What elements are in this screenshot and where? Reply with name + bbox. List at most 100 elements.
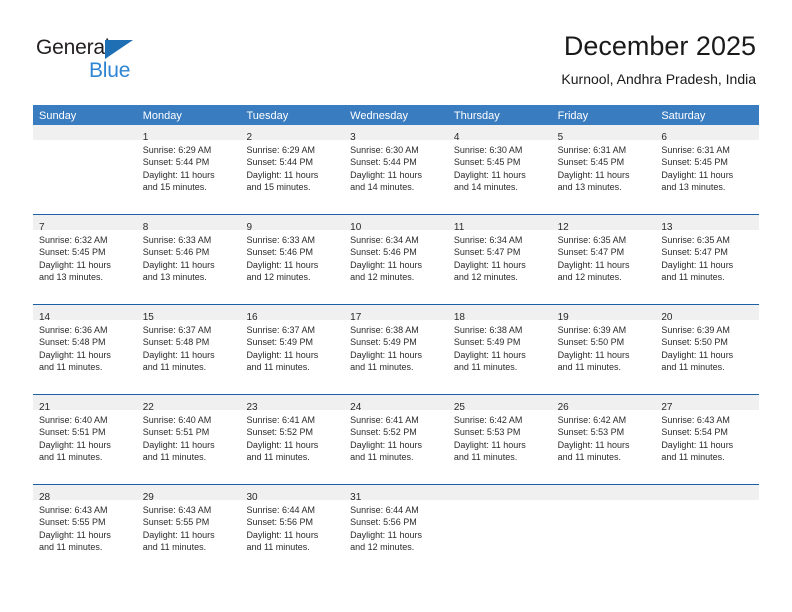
day-number-band: 4 <box>447 125 552 143</box>
day-cell[interactable]: 7 Sunrise: 6:32 AM Sunset: 5:45 PM Daylight… <box>33 215 137 304</box>
day-cell[interactable]: 25 Sunrise: 6:42 AM Sunset: 5:53 PM Dayligh… <box>447 395 552 484</box>
logo-text-general: General <box>36 36 110 59</box>
day-number-band: 11 <box>447 215 552 233</box>
day-detail-line: and 11 minutes. <box>453 361 518 372</box>
day-detail-line: Sunrise: 6:34 AM <box>453 235 523 245</box>
day-detail-line: Sunrise: 6:44 AM <box>350 505 419 515</box>
day-details: Sunrise: 6:38 AM Sunset: 5:49 PM Daylight:… <box>448 320 552 373</box>
day-number: 31 <box>350 492 362 503</box>
day-detail-line: Sunset: 5:53 PM <box>453 427 521 438</box>
general-blue-logo: General Blue <box>36 36 166 88</box>
day-number: 4 <box>453 132 460 143</box>
day-number-band: 2 <box>240 125 345 143</box>
calendar-page: General Blue December 2025 Kurnool, Andh… <box>0 0 792 612</box>
day-cell[interactable]: 27 Sunrise: 6:43 AM Sunset: 5:54 PM Dayligh… <box>655 395 760 484</box>
day-cell[interactable]: 12 Sunrise: 6:35 AM Sunset: 5:47 PM Dayligh… <box>551 215 656 304</box>
day-cell[interactable]: 19 Sunrise: 6:39 AM Sunset: 5:50 PM Dayligh… <box>551 305 656 394</box>
day-cell[interactable]: 30 Sunrise: 6:44 AM Sunset: 5:56 PM Dayligh… <box>240 485 345 574</box>
day-detail-line: and 12 minutes. <box>453 271 518 282</box>
day-detail-line: Sunrise: 6:34 AM <box>350 235 419 245</box>
day-detail-line: Sunrise: 6:41 AM <box>350 415 419 425</box>
day-number-band: 12 <box>551 215 656 233</box>
day-cell[interactable]: 31 Sunrise: 6:44 AM Sunset: 5:56 PM Dayligh… <box>344 485 448 574</box>
day-detail-line: and 11 minutes. <box>350 451 414 462</box>
day-cell-empty <box>655 485 760 574</box>
day-detail-line: Sunrise: 6:33 AM <box>142 235 212 245</box>
day-detail-line: Sunrise: 6:36 AM <box>39 325 108 335</box>
day-detail-line: Sunrise: 6:33 AM <box>246 235 315 245</box>
day-detail-line: Sunrise: 6:35 AM <box>661 235 730 245</box>
day-detail-line: and 12 minutes. <box>350 271 415 282</box>
day-details: Sunrise: 6:34 AM Sunset: 5:47 PM Daylight:… <box>448 230 552 283</box>
day-cell[interactable]: 18 Sunrise: 6:38 AM Sunset: 5:49 PM Dayligh… <box>447 305 552 394</box>
day-cell[interactable]: 11 Sunrise: 6:34 AM Sunset: 5:47 PM Dayligh… <box>447 215 552 304</box>
day-details: Sunrise: 6:41 AM Sunset: 5:52 PM Daylight:… <box>344 410 448 463</box>
day-details: Sunrise: 6:38 AM Sunset: 5:49 PM Daylight:… <box>344 320 448 373</box>
day-details <box>655 500 759 504</box>
day-cell[interactable]: 13 Sunrise: 6:35 AM Sunset: 5:47 PM Dayligh… <box>655 215 760 304</box>
day-details <box>448 500 552 504</box>
day-number: 22 <box>142 402 154 413</box>
day-cell[interactable]: 15 Sunrise: 6:37 AM Sunset: 5:48 PM Dayligh… <box>136 305 241 394</box>
day-cell[interactable]: 6 Sunrise: 6:31 AM Sunset: 5:45 PM Daylight… <box>655 125 760 214</box>
day-detail-line: Sunrise: 6:41 AM <box>246 415 315 425</box>
day-detail-line: Daylight: 11 hours <box>142 259 215 270</box>
day-cell[interactable]: 29 Sunrise: 6:43 AM Sunset: 5:55 PM Dayligh… <box>136 485 241 574</box>
day-detail-line: Sunset: 5:47 PM <box>557 247 625 258</box>
day-detail-line: Daylight: 11 hours <box>453 349 526 360</box>
day-cell[interactable]: 26 Sunrise: 6:42 AM Sunset: 5:53 PM Dayligh… <box>551 395 656 484</box>
day-cell[interactable]: 9 Sunrise: 6:33 AM Sunset: 5:46 PM Daylight… <box>240 215 345 304</box>
day-cell[interactable]: 16 Sunrise: 6:37 AM Sunset: 5:49 PM Dayligh… <box>240 305 345 394</box>
day-number: 13 <box>661 222 673 233</box>
day-number: 6 <box>661 132 667 143</box>
day-detail-line: Daylight: 11 hours <box>661 169 734 180</box>
weekday-header-friday: Friday <box>557 110 589 122</box>
day-detail-line: Sunrise: 6:42 AM <box>557 415 627 425</box>
day-detail-line: Sunset: 5:46 PM <box>246 247 313 258</box>
day-cell[interactable]: 17 Sunrise: 6:38 AM Sunset: 5:49 PM Dayligh… <box>344 305 448 394</box>
day-cell[interactable]: 20 Sunrise: 6:39 AM Sunset: 5:50 PM Dayligh… <box>655 305 760 394</box>
day-detail-line: Sunrise: 6:29 AM <box>246 145 315 155</box>
day-details: Sunrise: 6:40 AM Sunset: 5:51 PM Daylight:… <box>137 410 241 463</box>
day-detail-line: and 12 minutes. <box>350 541 415 552</box>
day-number: 8 <box>142 222 149 233</box>
day-detail-line: Sunset: 5:53 PM <box>557 427 625 438</box>
day-cell[interactable]: 2 Sunrise: 6:29 AM Sunset: 5:44 PM Daylight… <box>240 125 345 214</box>
day-number: 30 <box>246 492 258 503</box>
day-number-band: 26 <box>551 395 656 413</box>
day-detail-line: Daylight: 11 hours <box>142 529 215 540</box>
day-cell[interactable]: 10 Sunrise: 6:34 AM Sunset: 5:46 PM Dayligh… <box>344 215 448 304</box>
day-cell[interactable]: 21 Sunrise: 6:40 AM Sunset: 5:51 PM Dayligh… <box>33 395 137 484</box>
day-detail-line: Sunset: 5:46 PM <box>350 247 417 258</box>
day-number: 26 <box>557 402 569 413</box>
day-detail-line: Sunset: 5:56 PM <box>350 517 417 528</box>
day-detail-line: and 11 minutes. <box>453 451 518 462</box>
day-detail-line: Daylight: 11 hours <box>661 439 734 450</box>
page-header: General Blue December 2025 Kurnool, Andh… <box>0 0 792 103</box>
weekday-header-saturday: Saturday <box>661 110 706 122</box>
day-number: 3 <box>350 132 356 143</box>
day-detail-line: and 11 minutes. <box>661 451 725 462</box>
day-cell[interactable]: 4 Sunrise: 6:30 AM Sunset: 5:45 PM Daylight… <box>447 125 552 214</box>
day-number: 12 <box>557 222 569 233</box>
day-cell[interactable]: 24 Sunrise: 6:41 AM Sunset: 5:52 PM Dayligh… <box>344 395 448 484</box>
day-details <box>552 500 656 504</box>
day-number: 19 <box>557 312 569 323</box>
day-details <box>33 140 137 144</box>
day-detail-line: Daylight: 11 hours <box>142 349 215 360</box>
day-detail-line: Daylight: 11 hours <box>246 169 319 180</box>
day-number: 10 <box>350 222 362 233</box>
day-detail-line: Sunset: 5:45 PM <box>39 247 106 258</box>
day-cell[interactable]: 1 Sunrise: 6:29 AM Sunset: 5:44 PM Daylight… <box>136 125 241 214</box>
day-cell[interactable]: 3 Sunrise: 6:30 AM Sunset: 5:44 PM Daylight… <box>344 125 448 214</box>
day-number-band <box>447 485 552 500</box>
day-detail-line: Sunset: 5:49 PM <box>246 337 313 348</box>
calendar-week-row: 28 Sunrise: 6:43 AM Sunset: 5:55 PM Dayligh… <box>33 484 760 574</box>
day-cell[interactable]: 5 Sunrise: 6:31 AM Sunset: 5:45 PM Daylight… <box>551 125 656 214</box>
day-cell[interactable]: 22 Sunrise: 6:40 AM Sunset: 5:51 PM Dayligh… <box>136 395 241 484</box>
day-cell[interactable]: 28 Sunrise: 6:43 AM Sunset: 5:55 PM Dayligh… <box>33 485 137 574</box>
day-cell[interactable]: 23 Sunrise: 6:41 AM Sunset: 5:52 PM Dayligh… <box>240 395 345 484</box>
day-number-band: 20 <box>655 305 760 323</box>
day-cell[interactable]: 8 Sunrise: 6:33 AM Sunset: 5:46 PM Daylight… <box>136 215 241 304</box>
day-cell[interactable]: 14 Sunrise: 6:36 AM Sunset: 5:48 PM Dayligh… <box>33 305 137 394</box>
